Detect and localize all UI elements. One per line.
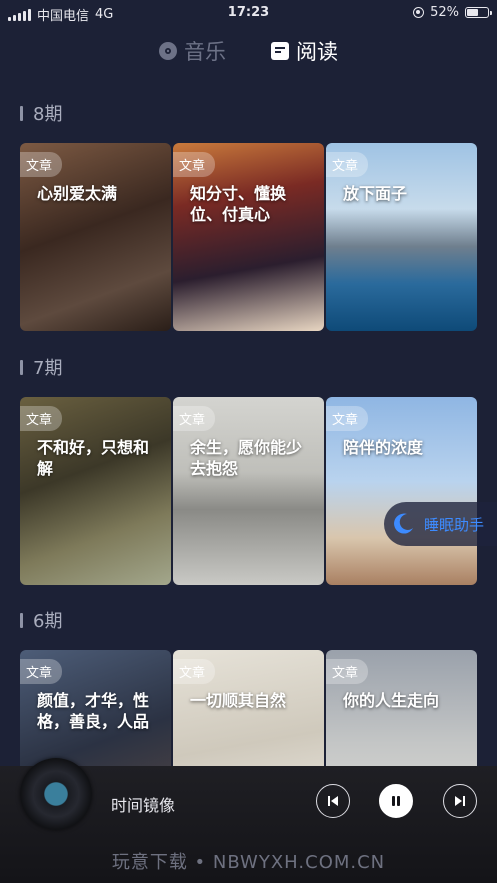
card-title: 余生，愿你能少去抱怨 bbox=[190, 438, 303, 478]
card-title: 心别爱太满 bbox=[37, 184, 118, 203]
battery-percent: 52% bbox=[430, 5, 459, 20]
article-card[interactable]: 文章 放下面子 bbox=[326, 143, 477, 331]
song-title: 时间镜像 bbox=[111, 796, 176, 815]
article-card[interactable]: 文章 心别爱太满 bbox=[20, 143, 171, 331]
card-tag: 文章 bbox=[173, 406, 216, 431]
tab-reading[interactable]: 阅读 bbox=[270, 36, 338, 66]
tab-music[interactable]: 音乐 bbox=[158, 36, 226, 66]
card-tag: 文章 bbox=[326, 152, 369, 177]
previous-icon bbox=[328, 796, 338, 806]
tab-reading-label: 阅读 bbox=[296, 40, 338, 64]
tab-music-label: 音乐 bbox=[184, 40, 226, 64]
card-title: 一切顺其自然 bbox=[190, 691, 287, 710]
card-title: 陪伴的浓度 bbox=[343, 438, 424, 457]
card-tag: 文章 bbox=[326, 659, 369, 684]
article-card[interactable]: 文章 余生，愿你能少去抱怨 bbox=[173, 397, 324, 585]
next-button[interactable] bbox=[443, 784, 477, 818]
section-title: 8期 bbox=[20, 100, 62, 126]
article-card[interactable]: 文章 知分寸、懂换位、付真心 bbox=[173, 143, 324, 331]
mini-player: 时间镜像 玩意下载 • NBWYXH.COM.CN bbox=[0, 758, 497, 883]
orientation-lock-icon bbox=[413, 7, 425, 18]
card-tag: 文章 bbox=[20, 659, 63, 684]
battery-icon bbox=[465, 7, 492, 18]
album-disc[interactable] bbox=[20, 758, 92, 830]
card-tag: 文章 bbox=[173, 659, 216, 684]
card-tag: 文章 bbox=[173, 152, 216, 177]
pause-icon bbox=[392, 796, 400, 806]
section-title: 6期 bbox=[20, 607, 62, 633]
article-card[interactable]: 文章 陪伴的浓度 bbox=[326, 397, 477, 585]
moon-icon bbox=[394, 513, 413, 534]
reading-icon bbox=[271, 42, 289, 60]
pause-button[interactable] bbox=[379, 784, 413, 818]
card-title: 不和好，只想和解 bbox=[37, 438, 150, 478]
card-tag: 文章 bbox=[20, 152, 63, 177]
sleep-assistant-button[interactable]: 睡眠助手 bbox=[384, 502, 497, 546]
card-title: 放下面子 bbox=[343, 184, 408, 203]
card-title: 你的人生走向 bbox=[343, 691, 440, 710]
card-tag: 文章 bbox=[326, 406, 369, 431]
section-title: 7期 bbox=[20, 354, 62, 380]
sleep-assistant-label: 睡眠助手 bbox=[424, 515, 485, 534]
next-icon bbox=[455, 796, 465, 806]
watermark: 玩意下载 • NBWYXH.COM.CN bbox=[111, 852, 386, 873]
article-card[interactable]: 文章 不和好，只想和解 bbox=[20, 397, 171, 585]
card-tag: 文章 bbox=[20, 406, 63, 431]
card-title: 知分寸、懂换位、付真心 bbox=[190, 184, 287, 224]
status-bar: 中国电信 4G 17:23 52% bbox=[0, 0, 497, 26]
previous-button[interactable] bbox=[316, 784, 350, 818]
top-tabs: 音乐 阅读 bbox=[0, 36, 497, 66]
music-disc-icon bbox=[159, 42, 177, 60]
card-title: 颜值，才华，性格，善良，人品 bbox=[37, 691, 150, 731]
